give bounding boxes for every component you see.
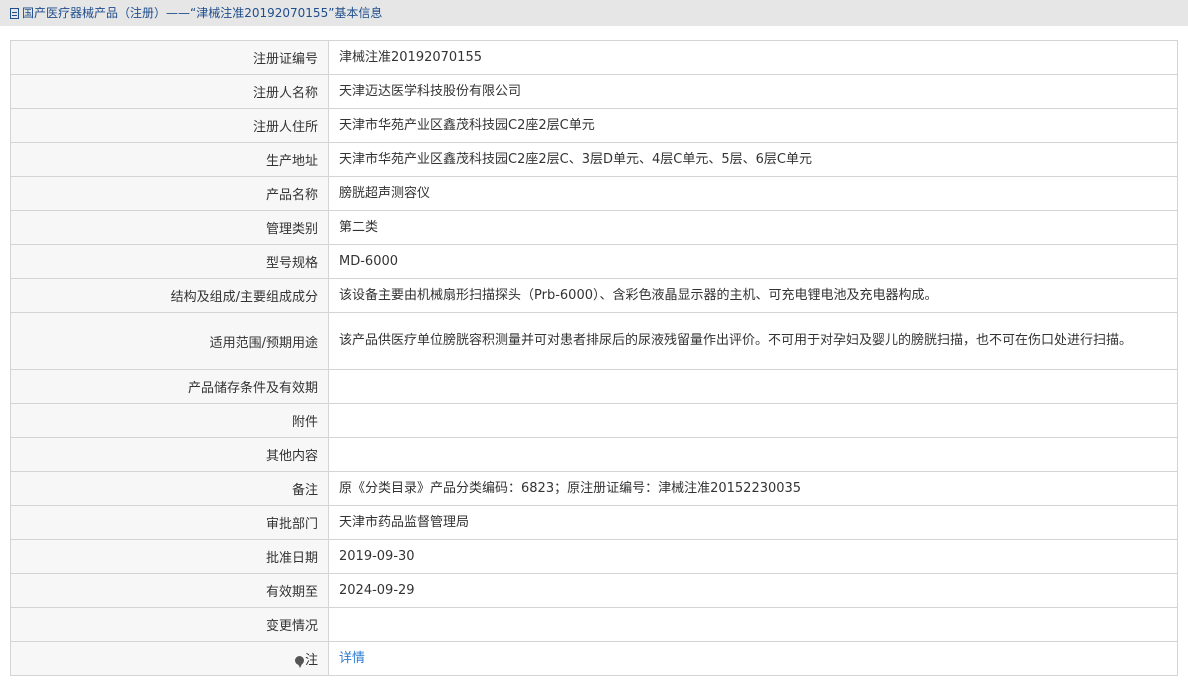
table-row: 管理类别 第二类 xyxy=(10,210,1178,245)
row-label: 结构及组成/主要组成成分 xyxy=(10,278,329,313)
row-label: 注册人住所 xyxy=(10,108,329,143)
pin-icon xyxy=(294,656,304,668)
table-row: 注册人名称 天津迈达医学科技股份有限公司 xyxy=(10,74,1178,109)
row-value: 天津市华苑产业区鑫茂科技园C2座2层C、3层D单元、4层C单元、5层、6层C单元 xyxy=(328,142,1178,177)
row-label: 生产地址 xyxy=(10,142,329,177)
row-value xyxy=(328,437,1178,472)
table-row: 产品储存条件及有效期 xyxy=(10,369,1178,404)
table-row: 批准日期 2019-09-30 xyxy=(10,539,1178,574)
breadcrumb: 国产医疗器械产品（注册）——“津械注准20192070155”基本信息 xyxy=(0,0,1188,26)
table-row: 适用范围/预期用途 该产品供医疗单位膀胱容积测量并可对患者排尿后的尿液残留量作出评… xyxy=(10,312,1178,370)
table-row: 变更情况 xyxy=(10,607,1178,642)
note-label: 注 xyxy=(304,653,318,668)
row-value: 原《分类目录》产品分类编码：6823；原注册证编号：津械注准2015223003… xyxy=(328,471,1178,506)
row-label: 附件 xyxy=(10,403,329,438)
row-value xyxy=(328,369,1178,404)
row-value: 该设备主要由机械扇形扫描探头（Prb-6000）、含彩色液晶显示器的主机、可充电… xyxy=(328,278,1178,313)
row-label: 批准日期 xyxy=(10,539,329,574)
row-value: MD-6000 xyxy=(328,244,1178,279)
table-row: 结构及组成/主要组成成分 该设备主要由机械扇形扫描探头（Prb-6000）、含彩色… xyxy=(10,278,1178,313)
note-value-cell: 详情 xyxy=(328,641,1178,676)
table-row: 其他内容 xyxy=(10,437,1178,472)
table-row: 注册证编号 津械注准20192070155 xyxy=(10,40,1178,75)
table-row: 有效期至 2024-09-29 xyxy=(10,573,1178,608)
row-value: 2024-09-29 xyxy=(328,573,1178,608)
row-value: 天津市华苑产业区鑫茂科技园C2座2层C单元 xyxy=(328,108,1178,143)
detail-table: 注册证编号 津械注准20192070155 注册人名称 天津迈达医学科技股份有限公司… xyxy=(10,40,1178,676)
row-value: 2019-09-30 xyxy=(328,539,1178,574)
row-label: 适用范围/预期用途 xyxy=(10,312,329,370)
row-label: 型号规格 xyxy=(10,244,329,279)
row-value: 第二类 xyxy=(328,210,1178,245)
row-label: 注册证编号 xyxy=(10,40,329,75)
table-row: 注册人住所 天津市华苑产业区鑫茂科技园C2座2层C单元 xyxy=(10,108,1178,143)
table-row: 附件 xyxy=(10,403,1178,438)
table-row: 生产地址 天津市华苑产业区鑫茂科技园C2座2层C、3层D单元、4层C单元、5层、6… xyxy=(10,142,1178,177)
note-row: 注 详情 xyxy=(10,641,1178,676)
note-label-cell: 注 xyxy=(10,641,329,676)
breadcrumb-text: 国产医疗器械产品（注册）——“津械注准20192070155”基本信息 xyxy=(22,6,383,20)
row-label: 变更情况 xyxy=(10,607,329,642)
row-value xyxy=(328,403,1178,438)
row-value: 膀胱超声测容仪 xyxy=(328,176,1178,211)
row-label: 有效期至 xyxy=(10,573,329,608)
row-value: 津械注准20192070155 xyxy=(328,40,1178,75)
details-link[interactable]: 详情 xyxy=(339,651,365,666)
row-label: 产品名称 xyxy=(10,176,329,211)
row-value xyxy=(328,607,1178,642)
row-label: 管理类别 xyxy=(10,210,329,245)
table-row: 审批部门 天津市药品监督管理局 xyxy=(10,505,1178,540)
document-icon xyxy=(10,8,19,19)
table-row: 产品名称 膀胱超声测容仪 xyxy=(10,176,1178,211)
row-value: 天津迈达医学科技股份有限公司 xyxy=(328,74,1178,109)
table-row: 备注 原《分类目录》产品分类编码：6823；原注册证编号：津械注准20152230… xyxy=(10,471,1178,506)
row-label: 产品储存条件及有效期 xyxy=(10,369,329,404)
row-value: 天津市药品监督管理局 xyxy=(328,505,1178,540)
row-label: 备注 xyxy=(10,471,329,506)
row-label: 注册人名称 xyxy=(10,74,329,109)
row-label: 其他内容 xyxy=(10,437,329,472)
table-row: 型号规格 MD-6000 xyxy=(10,244,1178,279)
detail-table-container: 注册证编号 津械注准20192070155 注册人名称 天津迈达医学科技股份有限公司… xyxy=(10,40,1178,676)
row-value: 该产品供医疗单位膀胱容积测量并可对患者排尿后的尿液残留量作出评价。不可用于对孕妇… xyxy=(328,312,1178,370)
row-label: 审批部门 xyxy=(10,505,329,540)
